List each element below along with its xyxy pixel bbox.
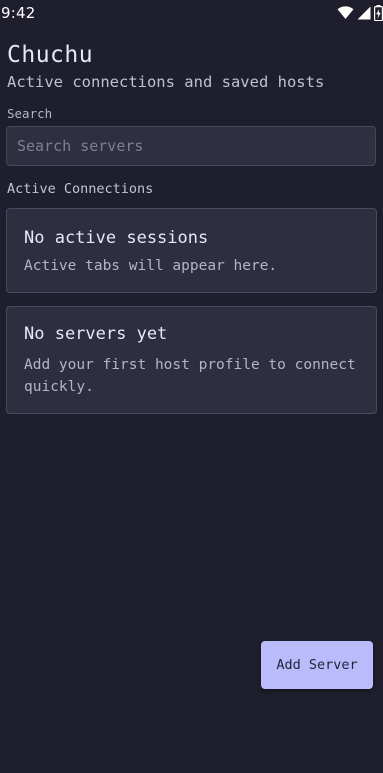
wifi-icon — [337, 6, 354, 20]
app-subtitle: Active connections and saved hosts — [7, 73, 325, 91]
battery-charging-icon — [374, 5, 383, 21]
active-sessions-card: No active sessions Active tabs will appe… — [6, 208, 377, 293]
servers-empty-title: No servers yet — [24, 324, 168, 344]
active-sessions-empty-body: Active tabs will appear here. — [24, 258, 278, 274]
search-label: Search — [7, 106, 53, 121]
add-server-button[interactable]: Add Server — [261, 641, 373, 689]
servers-empty-body: Add your first host profile to connect q… — [24, 357, 356, 395]
active-sessions-empty-title: No active sessions — [24, 228, 209, 248]
active-connections-label: Active Connections — [7, 181, 154, 197]
search-input[interactable] — [6, 126, 376, 166]
app-title: Chuchu — [7, 42, 94, 68]
servers-card: No servers yet Add your first host profi… — [6, 306, 377, 414]
status-bar: 9:42 — [0, 0, 383, 28]
cell-signal-icon — [357, 6, 371, 20]
status-icons — [337, 5, 383, 21]
status-time: 9:42 — [1, 4, 36, 22]
